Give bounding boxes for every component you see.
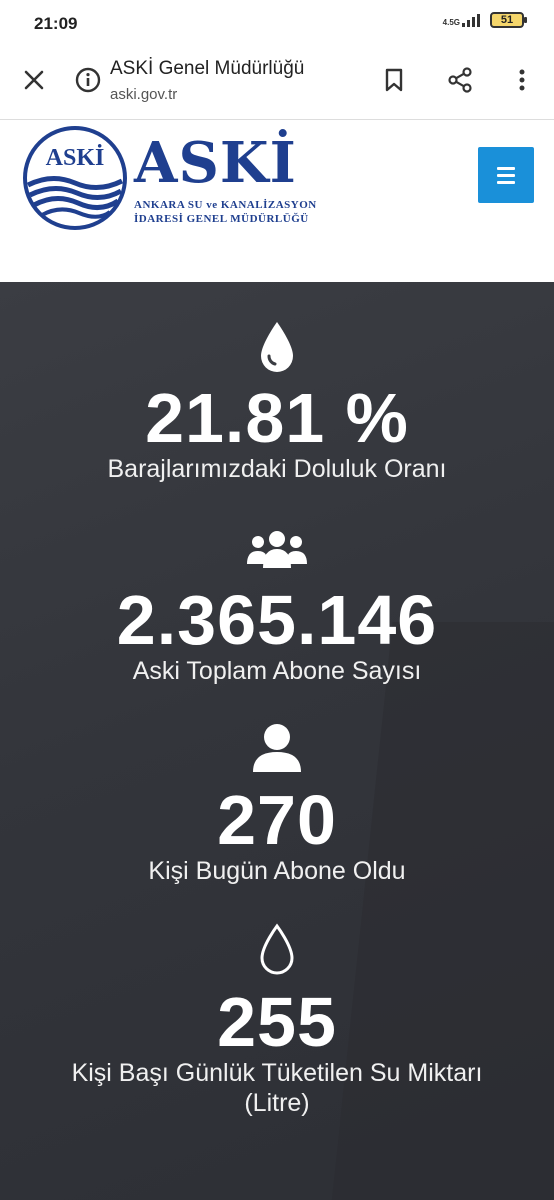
stat-value: 2.365.146 (116, 581, 438, 659)
network-indicator: 4.5G (443, 13, 480, 27)
logo-wordmark[interactable]: ASKİ (134, 133, 297, 193)
signal-icon (462, 13, 480, 27)
stats-section: 21.81 % Barajlarımızdaki Doluluk Oranı 2… (0, 282, 554, 1200)
browser-toolbar: ASKİ Genel Müdürlüğü aski.gov.tr (0, 48, 554, 120)
water-drop-icon (261, 322, 293, 372)
stat-daily-consumption: 255 Kişi Başı Günlük Tüketilen Su Miktar… (0, 922, 554, 1118)
status-time: 21:09 (34, 14, 78, 33)
stat-label: Kişi Bugün Abone Oldu (148, 857, 406, 885)
status-bar: 21:09 4.5G 51 (0, 0, 554, 48)
logo-subtitle-line2: İDARESİ GENEL MÜDÜRLÜĞÜ (134, 213, 309, 225)
page-url[interactable]: aski.gov.tr (110, 86, 177, 103)
stat-dam-fill: 21.81 % Barajlarımızdaki Doluluk Oranı (0, 320, 554, 484)
users-group-icon (247, 531, 307, 568)
share-icon[interactable] (446, 66, 474, 94)
stat-label: Barajlarımızdaki Doluluk Oranı (107, 455, 447, 483)
battery-icon: 51 (490, 12, 527, 28)
logo-badge-text: ASKİ (46, 145, 105, 171)
more-vert-icon[interactable] (508, 66, 536, 94)
info-icon[interactable] (74, 66, 102, 94)
stat-total-subscribers: 2.365.146 Aski Toplam Abone Sayısı (0, 530, 554, 686)
close-icon[interactable] (20, 66, 48, 94)
water-drop-outline-icon (260, 923, 294, 975)
menu-icon (497, 166, 515, 170)
stat-label: Aski Toplam Abone Sayısı (132, 657, 422, 685)
site-header: ASKİ ASKİ ANKARA SU ve KANALİZASYON İDAR… (0, 121, 554, 282)
stat-value: 21.81 % (145, 379, 409, 457)
user-icon (253, 724, 301, 772)
bookmark-icon[interactable] (380, 66, 408, 94)
hamburger-menu-button[interactable] (478, 147, 534, 203)
page-title: ASKİ Genel Müdürlüğü (110, 58, 305, 79)
stat-value: 270 (217, 781, 337, 859)
stat-label: Kişi Başı Günlük Tüketilen Su Miktarı (L… (71, 1059, 483, 1117)
logo-subtitle-line1: ANKARA SU ve KANALİZASYON (134, 199, 317, 211)
stat-value: 255 (217, 983, 337, 1061)
stat-today-subscribers: 270 Kişi Bugün Abone Oldu (0, 722, 554, 886)
network-type: 4.5G (442, 18, 460, 27)
status-indicators: 4.5G 51 (443, 12, 527, 28)
aski-logo-emblem[interactable]: ASKİ (22, 125, 128, 231)
